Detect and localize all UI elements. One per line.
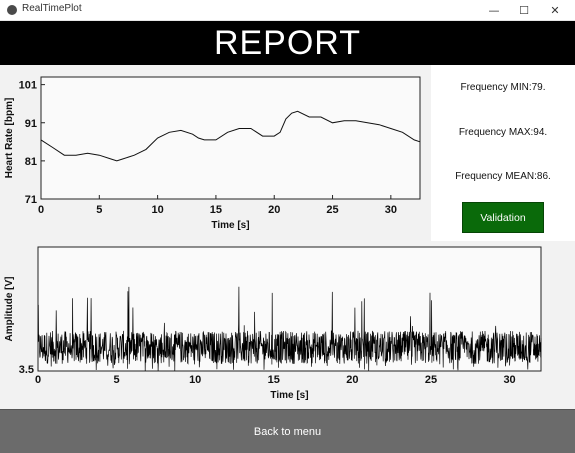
heart-rate-chart: 0 5 10 15 20 25 30 71 81 91 101 Time [s] Heart Rate … [4, 76, 421, 231]
frequency-mean: Frequency MEAN:86. [455, 171, 551, 182]
close-button[interactable]: ✕ [540, 0, 570, 20]
amp-x-tick-label: 5 [114, 374, 120, 386]
hr-x-tick-label: 5 [96, 204, 102, 216]
frequency-min: Frequency MIN:79. [460, 82, 546, 93]
hr-x-tick-label: 0 [38, 204, 44, 216]
amp-y-axis-label: Amplitude [V] [4, 277, 15, 342]
hr-x-tick-label: 15 [210, 204, 222, 216]
minimize-button[interactable]: — [479, 0, 509, 20]
amp-x-tick-label: 25 [425, 374, 437, 386]
hr-x-axis-label: Time [s] [211, 220, 249, 231]
amp-x-tick-label: 0 [35, 374, 41, 386]
hr-y-axis-label: Heart Rate [bpm] [4, 98, 15, 179]
report-banner: REPORT [0, 21, 575, 65]
amp-x-axis-label: Time [s] [270, 390, 308, 401]
heart-rate-panel: 0 5 10 15 20 25 30 71 81 91 101 Time [s] Heart Rate … [0, 65, 431, 241]
back-to-menu-button[interactable]: Back to menu [0, 409, 575, 453]
amp-x-tick-label: 30 [503, 374, 515, 386]
hr-y-tick-label: 101 [19, 80, 37, 92]
hr-y-tick-label: 81 [25, 156, 37, 168]
app-icon [7, 5, 17, 15]
amplitude-panel: 0 5 10 15 20 25 30 3.5 Time [s] Amplitude [V] [0, 241, 575, 409]
amp-x-tick-label: 15 [268, 374, 280, 386]
hr-x-tick-label: 10 [151, 204, 163, 216]
window-title: RealTimePlot [22, 3, 82, 14]
validation-button[interactable]: Validation [462, 202, 544, 233]
title-bar: RealTimePlot — ☐ ✕ [0, 0, 575, 21]
hr-y-tick-label: 91 [25, 118, 37, 130]
hr-x-tick-label: 25 [326, 204, 338, 216]
amp-x-tick-label: 20 [346, 374, 358, 386]
hr-x-tick-label: 30 [385, 204, 397, 216]
hr-y-tick-label: 71 [25, 194, 37, 206]
hr-x-tick-label: 20 [268, 204, 280, 216]
amplitude-chart: 0 5 10 15 20 25 30 3.5 Time [s] Amplitude [V] [4, 246, 542, 401]
hr-plot-area [40, 76, 421, 200]
frequency-max: Frequency MAX:94. [458, 127, 548, 138]
amp-x-tick-label: 10 [189, 374, 201, 386]
maximize-button[interactable]: ☐ [509, 0, 539, 20]
amp-y-tick-label: 3.5 [19, 364, 34, 376]
